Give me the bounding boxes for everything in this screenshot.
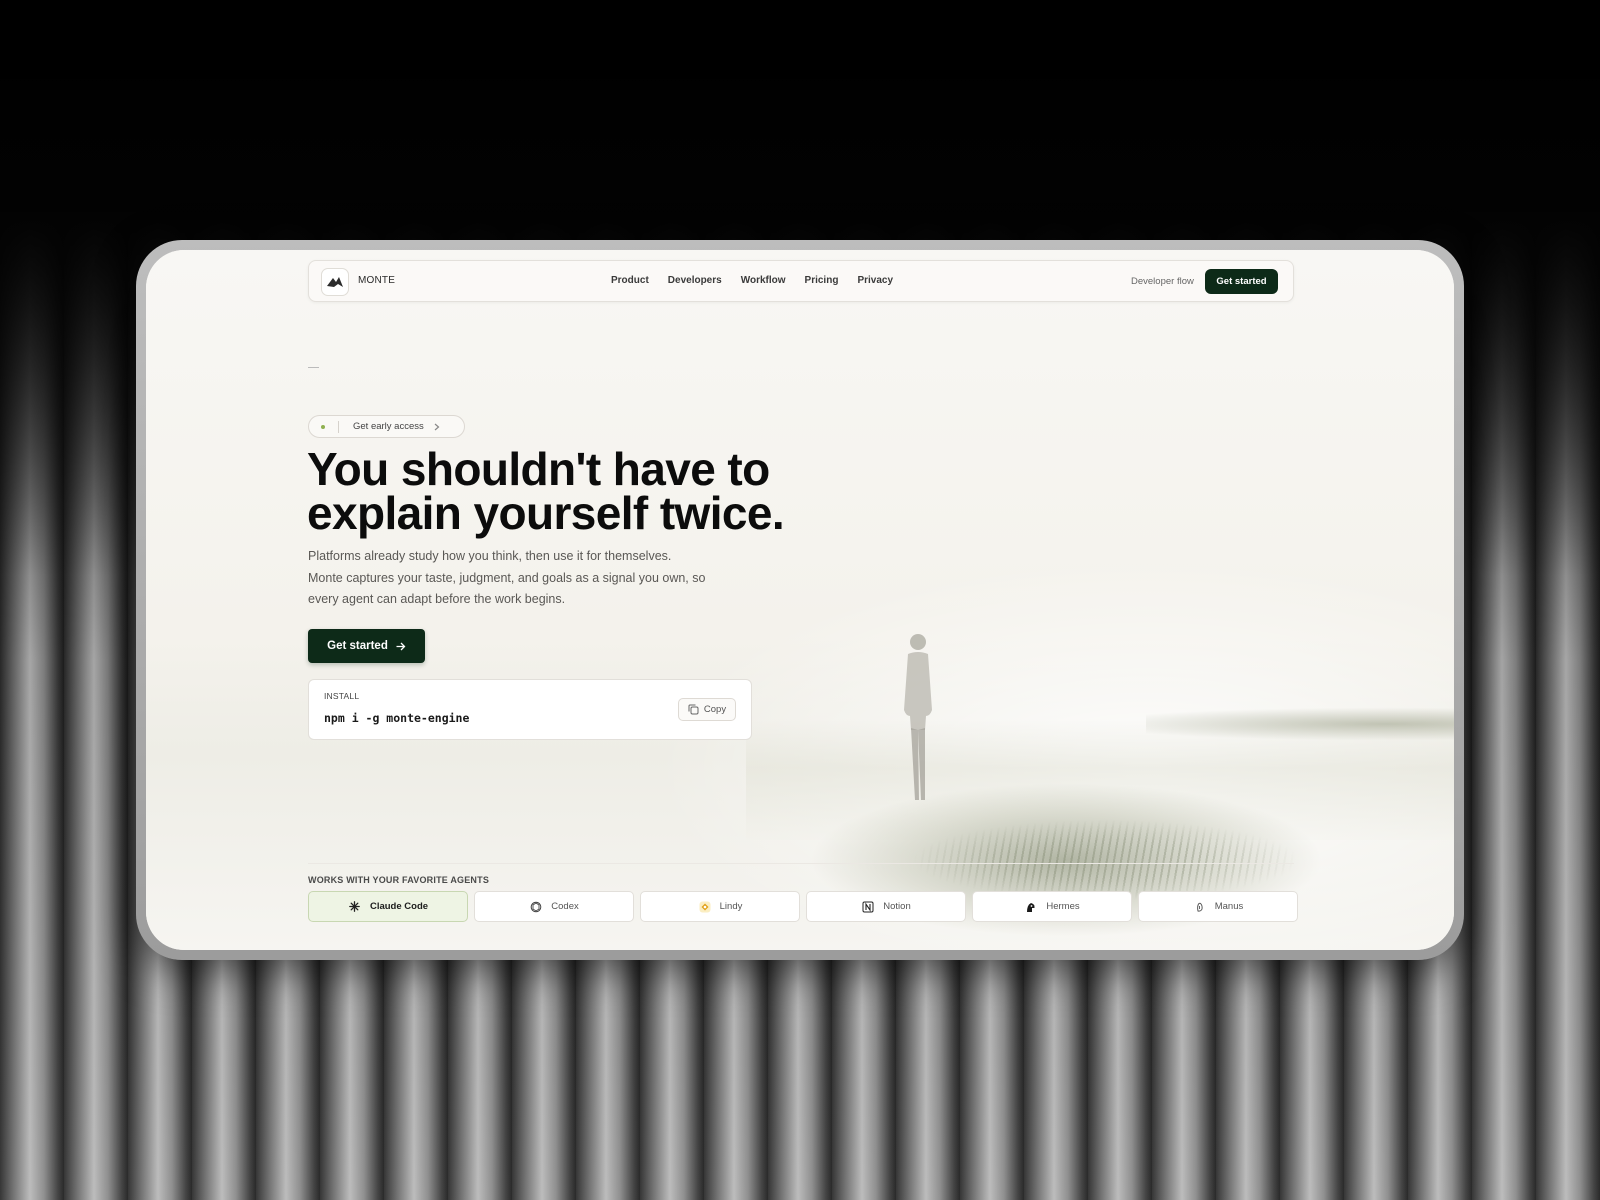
nav-link-product[interactable]: Product <box>611 275 649 286</box>
subtext-line-3: every agent can adapt before the work be… <box>308 592 566 606</box>
early-access-label: Get early access <box>353 421 424 432</box>
notion-icon <box>861 900 875 914</box>
nav-link-pricing[interactable]: Pricing <box>805 275 839 286</box>
install-card: INSTALL npm i -g monte-engine Copy <box>308 679 752 740</box>
hero-subtext: Platforms already study how you think, t… <box>308 546 758 611</box>
badge-separator <box>338 420 339 433</box>
agents-tabs: Claude Code Codex Lindy Notion Hermes Ma… <box>308 891 1298 922</box>
hermes-icon <box>1024 900 1038 914</box>
agent-tab-notion[interactable]: Notion <box>806 891 966 922</box>
developer-flow-link[interactable]: Developer flow <box>1131 276 1194 287</box>
monte-logo-icon[interactable] <box>321 268 349 296</box>
agent-name: Manus <box>1214 901 1244 912</box>
copy-button[interactable]: Copy <box>678 698 736 721</box>
agent-tab-lindy[interactable]: Lindy <box>640 891 800 922</box>
install-command[interactable]: npm i -g monte-engine <box>324 711 469 725</box>
hero-headline: You shouldn't have to explain yourself t… <box>307 446 927 536</box>
copy-label: Copy <box>703 704 727 715</box>
headline-line-2: explain yourself twice. <box>307 487 785 539</box>
agent-name: Notion <box>883 901 911 912</box>
manus-icon <box>1193 900 1207 914</box>
decorative-dash <box>308 367 319 368</box>
nav-links: Product Developers Workflow Pricing Priv… <box>611 275 893 286</box>
far-shore <box>1146 700 1454 740</box>
nav-get-started-button[interactable]: Get started <box>1205 269 1278 294</box>
nav-link-developers[interactable]: Developers <box>668 275 722 286</box>
openai-icon <box>529 900 543 914</box>
agent-name: Hermes <box>1046 901 1080 912</box>
browser-viewport: MONTE Product Developers Workflow Pricin… <box>146 250 1454 950</box>
agent-tab-codex[interactable]: Codex <box>474 891 634 922</box>
agent-name: Claude Code <box>369 901 429 912</box>
agent-name: Lindy <box>719 901 743 912</box>
early-access-badge[interactable]: Get early access <box>308 415 465 438</box>
agents-heading: WORKS WITH YOUR FAVORITE AGENTS <box>308 875 490 885</box>
nav-link-workflow[interactable]: Workflow <box>741 275 786 286</box>
chevron-right-icon <box>434 423 440 431</box>
cta-label: Get started <box>327 640 388 652</box>
agent-tab-hermes[interactable]: Hermes <box>972 891 1132 922</box>
install-label: INSTALL <box>324 691 360 701</box>
section-divider <box>308 863 1294 864</box>
agent-tab-manus[interactable]: Manus <box>1138 891 1298 922</box>
subtext-line-1: Platforms already study how you think, t… <box>308 549 672 563</box>
person-silhouette <box>904 634 932 800</box>
lindy-icon <box>698 900 712 914</box>
nav-link-privacy[interactable]: Privacy <box>857 275 893 286</box>
agent-tab-claude-code[interactable]: Claude Code <box>308 891 468 922</box>
copy-icon <box>688 704 699 715</box>
brand-name[interactable]: MONTE <box>358 275 395 286</box>
status-dot <box>321 424 325 429</box>
agent-name: Codex <box>551 901 579 912</box>
hero-get-started-button[interactable]: Get started <box>308 629 425 663</box>
device-frame: MONTE Product Developers Workflow Pricin… <box>136 240 1464 960</box>
claude-icon <box>348 900 362 914</box>
top-navbar: MONTE Product Developers Workflow Pricin… <box>308 260 1294 302</box>
subtext-line-2: Monte captures your taste, judgment, and… <box>308 570 706 585</box>
arrow-right-icon <box>396 642 406 650</box>
